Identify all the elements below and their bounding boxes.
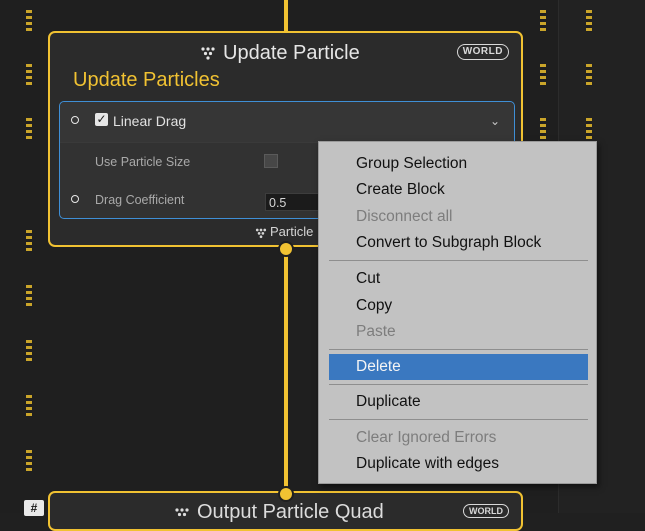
menu-item-clear-ignored-errors: Clear Ignored Errors [356,429,497,446]
left-edge-stripe [26,450,32,472]
menu-item-group-selection[interactable]: Group Selection [319,151,596,177]
menu-separator [329,384,588,385]
use-particle-size-checkbox[interactable] [264,154,278,168]
left-edge-stripe [26,230,32,252]
menu-separator [329,260,588,261]
flow-edge-middle[interactable] [284,246,288,494]
panel-stripe [586,10,592,32]
left-edge-stripe [26,64,32,86]
block-header[interactable]: ✓ Linear Drag ⌄ [60,102,514,143]
context-label[interactable]: Update Particles [73,69,220,92]
drag-coefficient-label: Drag Coefficient [95,193,185,207]
menu-item-duplicate-with-edges[interactable]: Duplicate with edges [319,451,596,477]
node-footer-label: Particle [270,224,314,239]
left-edge-stripe [26,118,32,140]
left-edge-stripe [26,285,32,307]
particle-system-icon [175,508,189,517]
space-badge[interactable]: WORLD [463,504,509,518]
panel-stripe [586,118,592,140]
menu-item-cut[interactable]: Cut [319,266,596,292]
menu-item-paste: Paste [356,323,396,340]
mid-edge-stripe [540,64,546,86]
space-badge[interactable]: WORLD [456,44,509,60]
mid-edge-stripe [540,118,546,140]
menu-item-copy[interactable]: Copy [319,293,596,319]
flow-input-port[interactable] [278,486,294,502]
node-title: Update Particle [223,42,360,64]
left-edge-stripe [26,395,32,417]
hash-badge: # [24,500,44,516]
flow-edge-top[interactable] [284,0,288,34]
block-title: Linear Drag [113,113,187,129]
use-particle-size-label: Use Particle Size [95,155,191,169]
drag-coefficient-slot[interactable] [71,195,79,203]
left-edge-stripe [26,340,32,362]
node-header[interactable]: Update Particle WORLD [50,33,521,71]
menu-separator [329,419,588,420]
drag-coefficient-field[interactable]: 0.5 [265,193,325,211]
particle-system-icon [255,228,267,239]
graph-canvas[interactable]: Update Particle WORLD Update Particles ✓… [0,0,645,531]
menu-item-delete[interactable]: Delete [329,354,588,380]
context-menu: Group Selection Create Block Disconnect … [318,141,597,484]
mid-edge-stripe [540,10,546,32]
menu-separator [329,349,588,350]
flow-output-port[interactable] [278,241,294,257]
menu-item-create-block[interactable]: Create Block [319,177,596,203]
menu-item-duplicate[interactable]: Duplicate [319,389,596,415]
panel-stripe [586,64,592,86]
left-edge-stripe [26,10,32,32]
chevron-down-icon[interactable]: ⌄ [490,114,500,128]
block-enabled-checkbox[interactable]: ✓ [95,113,108,126]
menu-item-disconnect-all: Disconnect all [356,208,453,225]
menu-item-convert-to-subgraph[interactable]: Convert to Subgraph Block [319,230,596,256]
block-input-slot[interactable] [71,116,79,124]
particle-system-icon [201,47,215,60]
